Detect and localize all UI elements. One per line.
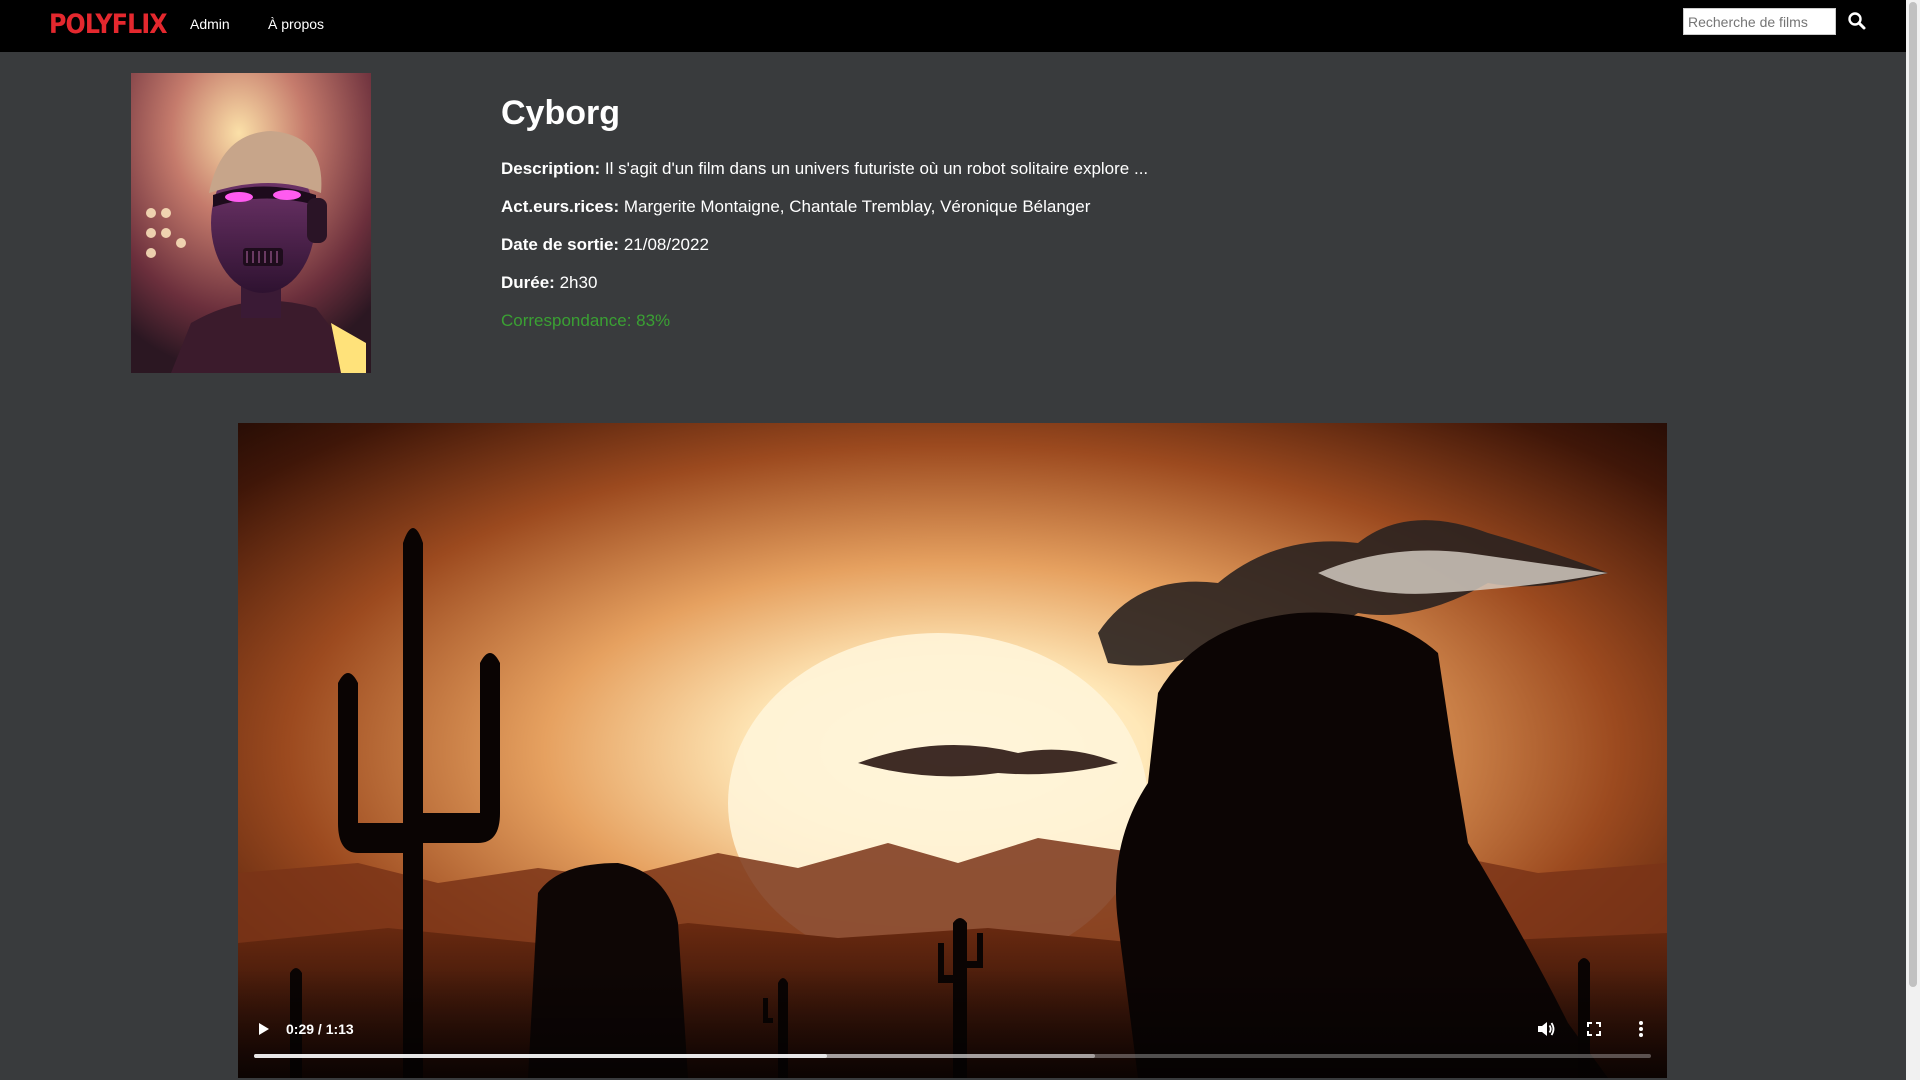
scrollbar-thumb[interactable] [1909,2,1917,987]
release-date-value: 21/08/2022 [623,235,709,254]
movie-poster [131,73,371,373]
fullscreen-button[interactable] [1582,1017,1606,1041]
duration-value: 2h30 [559,273,598,292]
top-navbar: POLYFLIX Admin À propos [0,0,1906,52]
actors-label: Act.eurs.rices: [501,197,620,216]
play-button[interactable] [251,1017,275,1041]
play-icon [259,1023,269,1035]
duration-label: Durée: [501,273,555,292]
more-options-button[interactable] [1629,1017,1653,1041]
video-progress-bar[interactable] [254,1054,1651,1058]
search-input[interactable] [1683,8,1836,35]
more-vert-icon [1639,1021,1643,1037]
description-value: Il s'agit d'un film dans un univers futu… [604,159,1149,178]
volume-icon [1538,1022,1555,1036]
movie-title: Cyborg [501,94,620,132]
controls-overlay [238,968,1667,1078]
release-date-line: Date de sortie: 21/08/2022 [501,235,709,255]
description-line: Description: Il s'agit d'un film dans un… [501,159,1148,179]
time-readout: 0:29 / 1:13 [286,1021,354,1037]
actors-value: Margerite Montaigne, Chantale Tremblay, … [623,197,1091,216]
polyflix-logo[interactable]: POLYFLIX [49,9,168,40]
fullscreen-icon [1587,1022,1601,1036]
nav-link-about[interactable]: À propos [268,16,324,32]
release-date-label: Date de sortie: [501,235,620,254]
volume-button[interactable] [1534,1017,1558,1041]
description-label: Description: [501,159,601,178]
cyborg-poster-image [131,73,371,373]
nav-link-admin[interactable]: Admin [190,16,230,32]
progress-played [254,1054,827,1058]
duration-line: Durée: 2h30 [501,273,597,293]
search-icon [1848,12,1866,30]
page-scrollbar[interactable] [1906,0,1920,1080]
actors-line: Act.eurs.rices: Margerite Montaigne, Cha… [501,197,1090,217]
search-button[interactable] [1846,10,1868,32]
video-player[interactable]: 0:29 / 1:13 [238,423,1667,1078]
match-percentage: Correspondance: 83% [501,311,671,330]
